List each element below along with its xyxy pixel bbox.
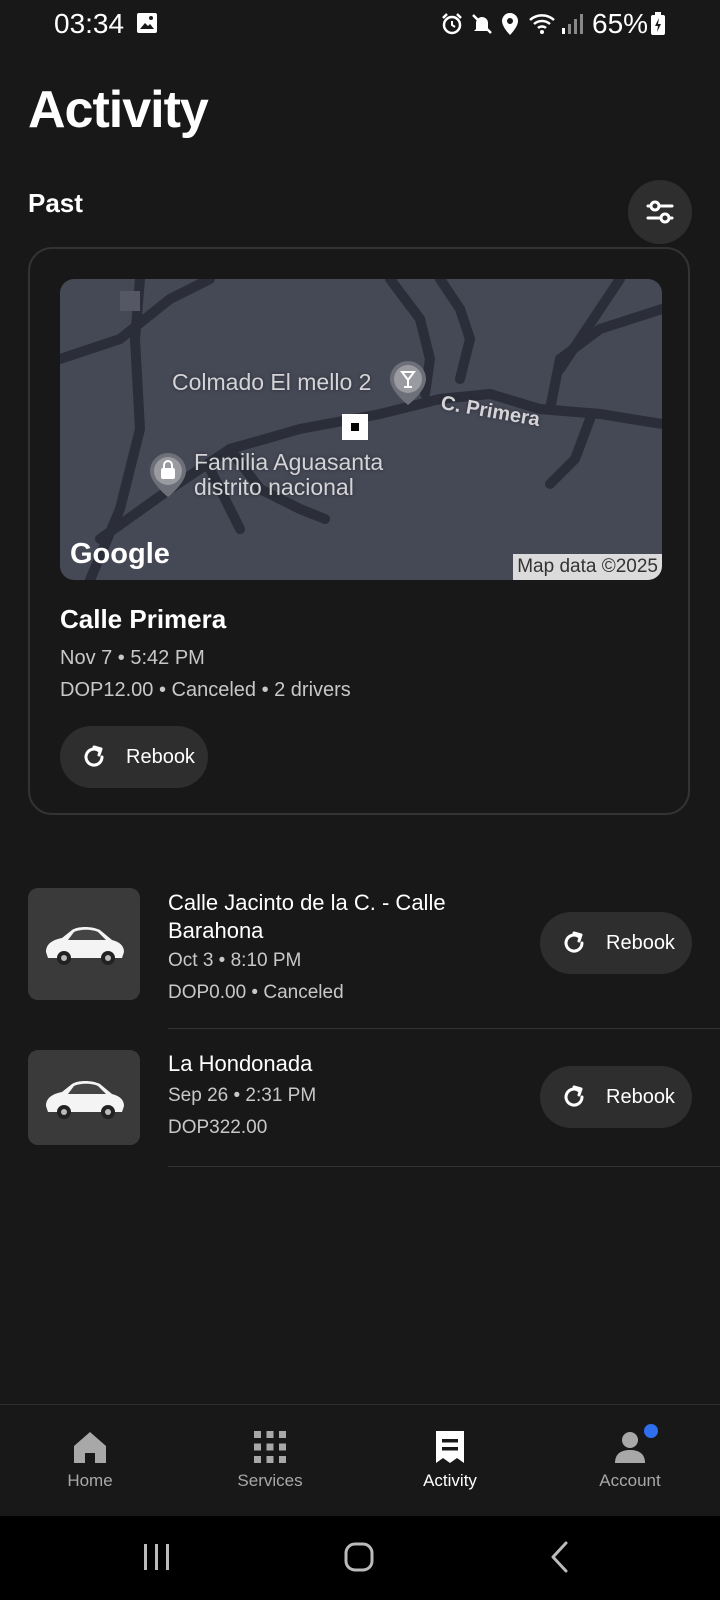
- pickup-marker: [342, 414, 368, 440]
- rebook-button[interactable]: Rebook: [540, 1066, 692, 1128]
- sliders-icon: [646, 200, 674, 224]
- list-item[interactable]: Calle Jacinto de la C. - Calle Barahona …: [0, 880, 720, 1030]
- bar-marker-icon[interactable]: [388, 359, 428, 407]
- rebook-icon: [564, 1085, 584, 1107]
- car-thumbnail: [28, 888, 140, 1000]
- status-time: 03:34: [54, 8, 125, 39]
- status-bar: 03:34 65%: [0, 0, 720, 52]
- nav-label: Services: [237, 1471, 303, 1490]
- battery-icon: [651, 12, 665, 35]
- rebook-button[interactable]: Rebook: [60, 726, 208, 788]
- rebook-label: Rebook: [606, 931, 675, 954]
- car-icon: [46, 1080, 124, 1119]
- nav-label: Account: [599, 1471, 661, 1490]
- system-navigation-bar: [0, 1516, 720, 1600]
- grid-icon: [254, 1431, 286, 1463]
- map-label-poi: Colmado El mello 2: [172, 369, 372, 395]
- location-icon: [502, 13, 518, 35]
- trip-title: Barahona: [168, 918, 264, 943]
- trip-datetime: Oct 3 • 8:10 PM: [168, 950, 302, 971]
- gallery-icon: [137, 13, 157, 33]
- google-logo: Google: [70, 538, 170, 570]
- nav-label: Home: [67, 1471, 113, 1490]
- alarm-icon: [442, 13, 462, 35]
- wifi-icon: [529, 14, 555, 34]
- divider: [168, 1028, 720, 1029]
- notification-badge: [644, 1424, 658, 1438]
- filter-button[interactable]: [628, 180, 692, 244]
- trip-details: DOP322.00: [168, 1117, 268, 1138]
- trip-details: DOP12.00 • Canceled • 2 drivers: [60, 679, 351, 701]
- mute-icon: [472, 14, 492, 34]
- battery-percent: 65%: [592, 8, 649, 39]
- divider: [168, 1166, 720, 1167]
- nav-item-home[interactable]: Home: [0, 1405, 180, 1517]
- recent-apps-icon[interactable]: [140, 1542, 174, 1572]
- map-attribution[interactable]: Map data ©2025: [513, 554, 662, 580]
- home-icon: [74, 1432, 106, 1463]
- rebook-button[interactable]: Rebook: [540, 912, 692, 974]
- receipt-icon: [436, 1431, 464, 1463]
- rebook-icon: [564, 931, 584, 953]
- home-button-icon[interactable]: [342, 1540, 376, 1574]
- trip-title: Calle Jacinto de la C. - Calle: [168, 890, 446, 915]
- car-icon: [46, 927, 124, 965]
- list-item[interactable]: La Hondonada Sep 26 • 2:31 PM DOP322.00 …: [0, 1044, 720, 1168]
- rebook-label: Rebook: [126, 745, 195, 768]
- page-title: Activity: [28, 81, 209, 139]
- trip-title: Calle Primera: [60, 604, 227, 634]
- nav-label: Activity: [423, 1471, 477, 1490]
- trip-map[interactable]: Colmado El mello 2 C. Primera Familia Ag…: [60, 279, 662, 580]
- map-label-poi: distrito nacional: [194, 474, 354, 500]
- car-thumbnail: [28, 1050, 140, 1145]
- trip-details: DOP0.00 • Canceled: [168, 982, 344, 1003]
- signal-icon: [562, 14, 583, 34]
- trip-datetime: Sep 26 • 2:31 PM: [168, 1085, 317, 1106]
- nav-item-account[interactable]: Account: [540, 1405, 720, 1517]
- trip-datetime: Nov 7 • 5:42 PM: [60, 647, 205, 669]
- bottom-nav: Home Services Activity Account: [0, 1404, 720, 1517]
- shop-marker-icon[interactable]: [148, 451, 188, 499]
- person-icon: [615, 1432, 645, 1463]
- nav-item-services[interactable]: Services: [180, 1405, 360, 1517]
- trip-title: La Hondonada: [168, 1051, 313, 1076]
- trip-card[interactable]: Colmado El mello 2 C. Primera Familia Ag…: [28, 247, 690, 815]
- map-label-poi: Familia Aguasanta: [194, 449, 384, 475]
- section-label-past: Past: [28, 188, 83, 218]
- nav-item-activity[interactable]: Activity: [360, 1405, 540, 1517]
- rebook-icon: [84, 745, 104, 767]
- rebook-label: Rebook: [606, 1085, 675, 1108]
- back-icon[interactable]: [548, 1540, 572, 1574]
